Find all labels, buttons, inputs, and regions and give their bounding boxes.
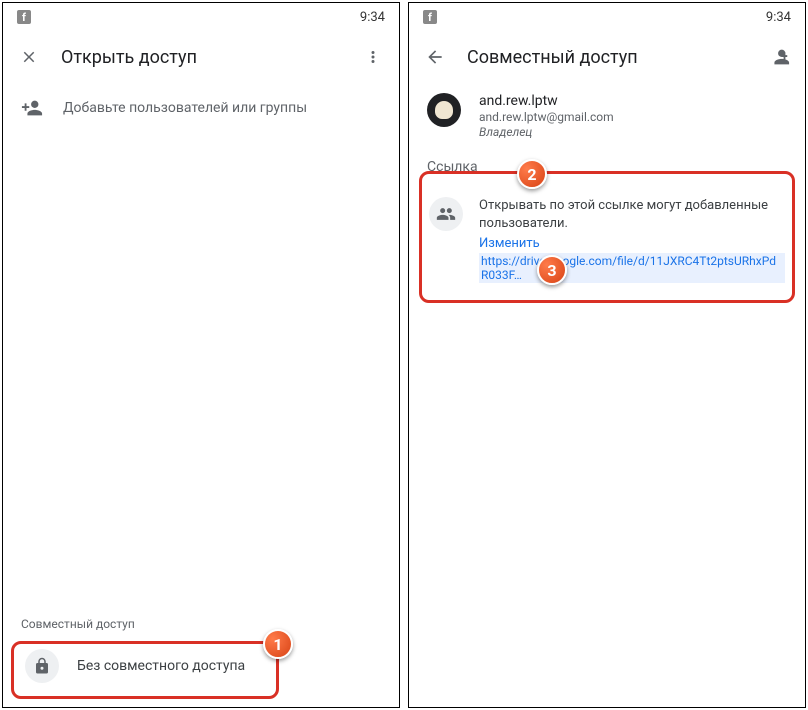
bottom-section-label: Совместный доступ (21, 617, 381, 631)
link-description: Открывать по этой ссылке могут добавленн… (479, 197, 785, 232)
facebook-icon: f (17, 10, 31, 24)
no-share-label: Без совместного доступа (77, 658, 245, 674)
status-bar: f 9:34 (3, 3, 399, 31)
status-time: 9:34 (766, 10, 791, 25)
user-name: and.rew.lptw (479, 93, 787, 109)
page-title: Совместный доступ (467, 47, 747, 68)
owner-row: and.rew.lptw and.rew.lptw@gmail.com Влад… (409, 83, 805, 149)
facebook-icon: f (423, 10, 437, 24)
link-box: Открывать по этой ссылке могут добавленн… (421, 185, 793, 295)
phone-right: f 9:34 Совместный доступ and.rew.lptw an… (408, 2, 806, 708)
back-icon[interactable] (421, 43, 449, 71)
add-people-label: Добавьте пользователей или группы (63, 100, 307, 116)
avatar (427, 93, 461, 127)
header: Совместный доступ (409, 31, 805, 83)
page-title: Открыть доступ (61, 47, 341, 68)
bottom-section: Совместный доступ Без совместного доступ… (3, 607, 399, 707)
share-url[interactable]: https://drive.google.com/file/d/11JXRC4T… (479, 253, 785, 283)
status-bar: f 9:34 (409, 3, 805, 31)
people-icon (429, 197, 463, 231)
user-email: and.rew.lptw@gmail.com (479, 110, 787, 124)
change-link[interactable]: Изменить (479, 236, 785, 251)
status-time: 9:34 (360, 10, 385, 25)
lock-icon (25, 649, 59, 683)
no-share-button[interactable]: Без совместного доступа (21, 639, 381, 693)
phone-left: f 9:34 Открыть доступ Добавьте пользоват… (2, 2, 400, 708)
add-people-row[interactable]: Добавьте пользователей или группы (3, 83, 399, 133)
person-add-icon (21, 97, 43, 119)
user-role: Владелец (479, 125, 787, 139)
header: Открыть доступ (3, 31, 399, 83)
link-section-label: Ссылка (409, 149, 805, 181)
person-add-icon[interactable] (765, 43, 793, 71)
close-icon[interactable] (15, 43, 43, 71)
more-icon[interactable] (359, 43, 387, 71)
